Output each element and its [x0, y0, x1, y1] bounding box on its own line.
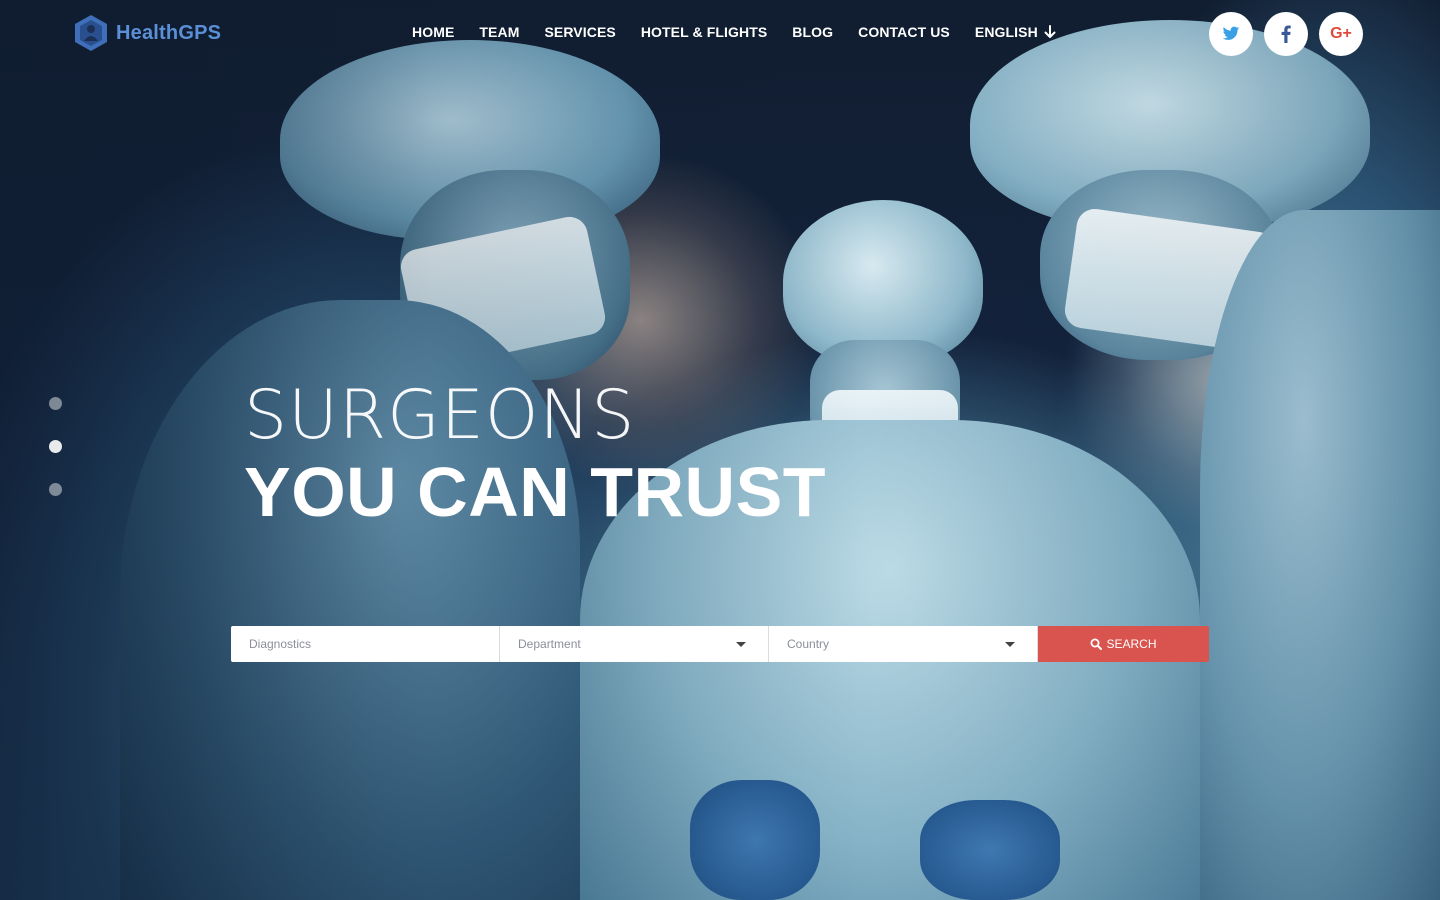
search-button[interactable]: SEARCH: [1038, 626, 1209, 662]
facebook-icon: [1281, 25, 1291, 43]
country-value: Country: [787, 637, 830, 651]
slider-dot-3[interactable]: [49, 483, 62, 496]
google-plus-icon: G+: [1330, 25, 1352, 42]
brand-name: HealthGPS: [116, 21, 222, 44]
search-button-label: SEARCH: [1106, 637, 1157, 651]
nav-blog[interactable]: BLOG: [792, 24, 833, 40]
department-value: Department: [518, 637, 581, 651]
brand-logo[interactable]: HealthGPS: [72, 14, 221, 52]
nav-services[interactable]: SERVICES: [544, 24, 615, 40]
nav-team[interactable]: TEAM: [479, 24, 519, 40]
facebook-button[interactable]: [1264, 12, 1308, 56]
slider-pagination: [49, 397, 62, 526]
country-select[interactable]: Country: [769, 626, 1038, 662]
arrow-down-icon: [1044, 25, 1056, 38]
twitter-button[interactable]: [1209, 12, 1253, 56]
doctor-search-form: Diagnostics Department Country SEARCH: [231, 626, 1209, 662]
twitter-icon: [1222, 26, 1240, 40]
nav-home[interactable]: HOME: [412, 24, 454, 40]
slider-dot-2[interactable]: [49, 440, 62, 453]
language-selector[interactable]: ENGLISH: [975, 24, 1056, 40]
slider-dot-1[interactable]: [49, 397, 62, 410]
nav-contact-us[interactable]: CONTACT US: [858, 24, 950, 40]
dark-overlay: [0, 0, 1440, 900]
chevron-down-icon: [1005, 642, 1015, 647]
healthgps-logo-icon: [75, 15, 107, 51]
diagnostics-placeholder: Diagnostics: [249, 637, 312, 651]
nav-hotel-flights[interactable]: HOTEL & FLIGHTS: [641, 24, 767, 40]
department-select[interactable]: Department: [500, 626, 769, 662]
main-menu: HOME TEAM SERVICES HOTEL & FLIGHTS BLOG …: [412, 24, 1056, 40]
hero-headline-light: SURGEONS: [244, 376, 636, 455]
search-icon: [1090, 638, 1103, 650]
google-plus-button[interactable]: G+: [1319, 12, 1363, 56]
hero-headline-bold: YOU CAN TRUST: [244, 453, 827, 531]
chevron-down-icon: [736, 642, 746, 647]
language-label: ENGLISH: [974, 24, 1038, 40]
diagnostics-input[interactable]: Diagnostics: [231, 626, 500, 662]
top-navigation: HealthGPS HOME TEAM SERVICES HOTEL & FLI…: [0, 0, 1440, 68]
hero-background: [0, 0, 1440, 900]
